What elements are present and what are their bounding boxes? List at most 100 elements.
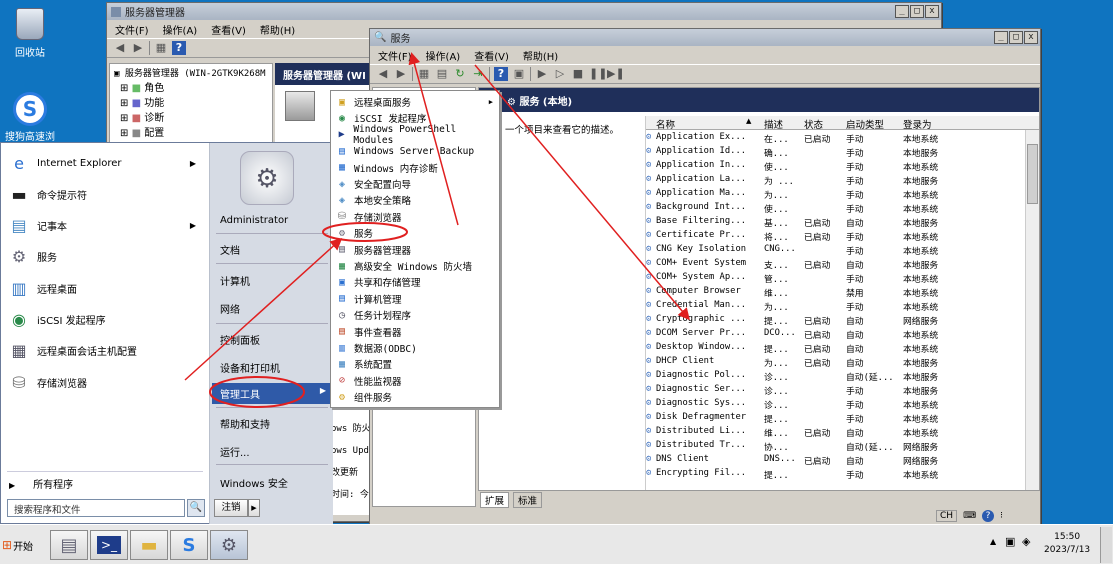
service-row[interactable]: ⚙ Diagnostic Pol... 诊... 自动(延... 本地服务 — [646, 369, 1036, 383]
start-item-services[interactable]: ⚙ 服务 — [7, 243, 202, 271]
start-item-internet-explorer[interactable]: e Internet Explorer ▶ — [7, 149, 202, 177]
service-row[interactable]: ⚙ Certificate Pr... 将... 已启动 手动 本地系统 — [646, 229, 1036, 243]
services-forward-icon[interactable]: ▶ — [394, 67, 408, 81]
places-item[interactable]: Administrator — [220, 215, 288, 226]
sogou-desktop-icon[interactable]: S 搜狗高速浏 — [0, 92, 60, 143]
service-row[interactable]: ⚙ Computer Browser 维... 禁用 本地系统 — [646, 285, 1036, 299]
services-menu-view[interactable]: 查看(V) — [474, 48, 509, 63]
start-item-iscsi[interactable]: ◉ iSCSI 发起程序 — [7, 306, 202, 334]
language-indicator[interactable]: CH — [936, 510, 958, 522]
recycle-bin-desktop-icon[interactable]: 回收站 — [0, 8, 60, 59]
show-hide-tree-icon[interactable]: ▦ — [154, 41, 168, 55]
services-help-icon[interactable]: ? — [494, 67, 508, 81]
back-arrow-icon[interactable]: ◀ — [113, 41, 127, 55]
ime-help-icon[interactable]: ? — [982, 510, 995, 522]
network-tray-icon[interactable]: ▣ — [1005, 535, 1015, 548]
column-name[interactable]: 名称 — [656, 117, 675, 131]
keyboard-icon[interactable]: ⌨ — [963, 511, 976, 521]
service-row[interactable]: ⚙ COM+ System Ap... 管... 手动 本地系统 — [646, 271, 1036, 285]
scrollbar-thumb[interactable] — [1027, 144, 1038, 204]
service-row[interactable]: ⚙ Base Filtering... 基... 已启动 自动 本地服务 — [646, 215, 1036, 229]
service-row[interactable]: ⚙ Credential Man... 为... 手动 本地系统 — [646, 299, 1036, 313]
places-item[interactable]: 网络 — [220, 301, 240, 316]
start-item-storage-explorer[interactable]: ⛁ 存储浏览器 — [7, 368, 202, 396]
service-row[interactable]: ⚙ Application La... 为 ... 手动 本地服务 — [646, 173, 1036, 187]
admin-tool-item[interactable]: ▦ Windows 内存诊断 — [335, 160, 495, 176]
console-tree-icon[interactable]: ▦ — [417, 67, 431, 81]
start-button[interactable]: ⊞ 开始 — [2, 531, 42, 559]
start-item-notepad[interactable]: ▤ 记事本 ▶ — [7, 212, 202, 240]
service-row[interactable]: ⚙ DNS Client DNS... 已启动 自动 网络服务 — [646, 453, 1036, 467]
maximize-button[interactable]: □ — [910, 5, 924, 18]
column-status[interactable]: 状态 — [804, 117, 823, 131]
taskbar-powershell[interactable]: >_ — [90, 530, 128, 560]
forward-arrow-icon[interactable]: ▶ — [131, 41, 145, 55]
clock[interactable]: 15:50 2023/7/13 — [1044, 531, 1090, 557]
volume-tray-icon[interactable]: ◈ — [1022, 535, 1030, 548]
admin-tool-item[interactable]: ▣ 远程桌面服务 ▶ — [335, 94, 495, 110]
admin-tool-item[interactable]: ▥ 数据源(ODBC) — [335, 340, 495, 356]
admin-tool-item[interactable]: ⛁ 存储浏览器 — [335, 209, 495, 225]
tree-item-configuration[interactable]: ⊞ ■ 配置 — [114, 124, 268, 139]
start-service-alt-icon[interactable]: ▷ — [553, 67, 567, 81]
services-menu-file[interactable]: 文件(F) — [378, 48, 412, 63]
tree-item-features[interactable]: ⊞ ■ 功能 — [114, 94, 268, 109]
all-programs[interactable]: ▶ 所有程序 — [9, 476, 73, 491]
services-maximize-button[interactable]: □ — [1009, 31, 1023, 44]
places-item[interactable]: Windows 安全 — [220, 475, 288, 490]
menu-action[interactable]: 操作(A) — [163, 22, 198, 37]
start-item-rd-session-host[interactable]: ▦ 远程桌面会话主机配置 — [7, 337, 202, 365]
admin-tool-item[interactable]: ▤ 服务器管理器 — [335, 242, 495, 258]
places-item[interactable]: 设备和打印机 — [220, 360, 280, 375]
export-list-icon[interactable]: ⇥ — [471, 67, 485, 81]
service-row[interactable]: ⚙ Application In... 使... 手动 本地系统 — [646, 159, 1036, 173]
search-button[interactable]: 🔍 — [187, 499, 205, 517]
admin-tool-item[interactable]: ⚙ 服务 — [335, 225, 495, 241]
properties-icon[interactable]: ▤ — [435, 67, 449, 81]
service-row[interactable]: ⚙ Application Ma... 为... 手动 本地系统 — [646, 187, 1036, 201]
language-options-icon[interactable]: ⁝ — [1000, 511, 1003, 521]
help-icon[interactable]: ? — [172, 41, 186, 55]
service-row[interactable]: ⚙ Diagnostic Sys... 诊... 手动 本地系统 — [646, 397, 1036, 411]
service-row[interactable]: ⚙ Encrypting Fil... 提... 手动 本地系统 — [646, 467, 1036, 481]
refresh-icon[interactable]: ↻ — [453, 67, 467, 81]
admin-tool-item[interactable]: ◷ 任务计划程序 — [335, 307, 495, 323]
admin-tool-item[interactable]: ▤ Windows Server Backup — [335, 143, 495, 159]
taskbar-sogou[interactable]: S — [170, 530, 208, 560]
menu-view[interactable]: 查看(V) — [211, 22, 246, 37]
services-back-icon[interactable]: ◀ — [376, 67, 390, 81]
tree-item-roles[interactable]: ⊞ ■ 角色 — [114, 79, 268, 94]
service-row[interactable]: ⚙ Distributed Tr... 协... 自动(延... 网络服务 — [646, 439, 1036, 453]
services-minimize-button[interactable]: _ — [994, 31, 1008, 44]
close-button[interactable]: x — [925, 5, 939, 18]
pause-service-icon[interactable]: ❚❚ — [589, 67, 607, 81]
tab-standard[interactable]: 标准 — [513, 492, 543, 508]
service-row[interactable]: ⚙ COM+ Event System 支... 已启动 自动 本地服务 — [646, 257, 1036, 271]
admin-tool-item[interactable]: ▣ 共享和存储管理 — [335, 274, 495, 290]
admin-tool-item[interactable]: ⚙ 组件服务 — [335, 389, 495, 405]
services-scrollbar[interactable] — [1025, 130, 1039, 490]
services-titlebar[interactable]: 🔍 服务 _ □ x — [370, 29, 1040, 46]
minimize-button[interactable]: _ — [895, 5, 909, 18]
tray-arrow-icon[interactable]: ▲ — [990, 537, 996, 546]
show-desktop-button[interactable] — [1100, 527, 1112, 563]
service-row[interactable]: ⚙ Disk Defragmenter 提... 手动 本地系统 — [646, 411, 1036, 425]
menu-help[interactable]: 帮助(H) — [260, 22, 295, 37]
places-item[interactable]: 控制面板 — [220, 332, 260, 347]
service-row[interactable]: ⚙ Desktop Window... 提... 已启动 自动 本地系统 — [646, 341, 1036, 355]
admin-tool-item[interactable]: ▤ 事件查看器 — [335, 324, 495, 340]
admin-tool-item[interactable]: ◈ 本地安全策略 — [335, 192, 495, 208]
service-row[interactable]: ⚙ Cryptographic ... 提... 已启动 自动 网络服务 — [646, 313, 1036, 327]
service-row[interactable]: ⚙ Application Ex... 在... 已启动 手动 本地系统 — [646, 131, 1036, 145]
start-item-command-prompt[interactable]: ▬ 命令提示符 — [7, 180, 202, 208]
service-row[interactable]: ⚙ Application Id... 确... 手动 本地服务 — [646, 145, 1036, 159]
taskbar-server-manager[interactable]: ▤ — [50, 530, 88, 560]
admin-tool-item[interactable]: ▤ 计算机管理 — [335, 291, 495, 307]
start-service-icon[interactable]: ▶ — [535, 67, 549, 81]
services-menu-help[interactable]: 帮助(H) — [523, 48, 558, 63]
places-item[interactable]: 运行... — [220, 444, 250, 459]
action-pane-icon[interactable]: ▣ — [512, 67, 526, 81]
column-logon-as[interactable]: 登录为 — [903, 117, 932, 131]
places-item[interactable]: 计算机 — [220, 273, 250, 288]
column-description[interactable]: 描述 — [764, 117, 783, 131]
